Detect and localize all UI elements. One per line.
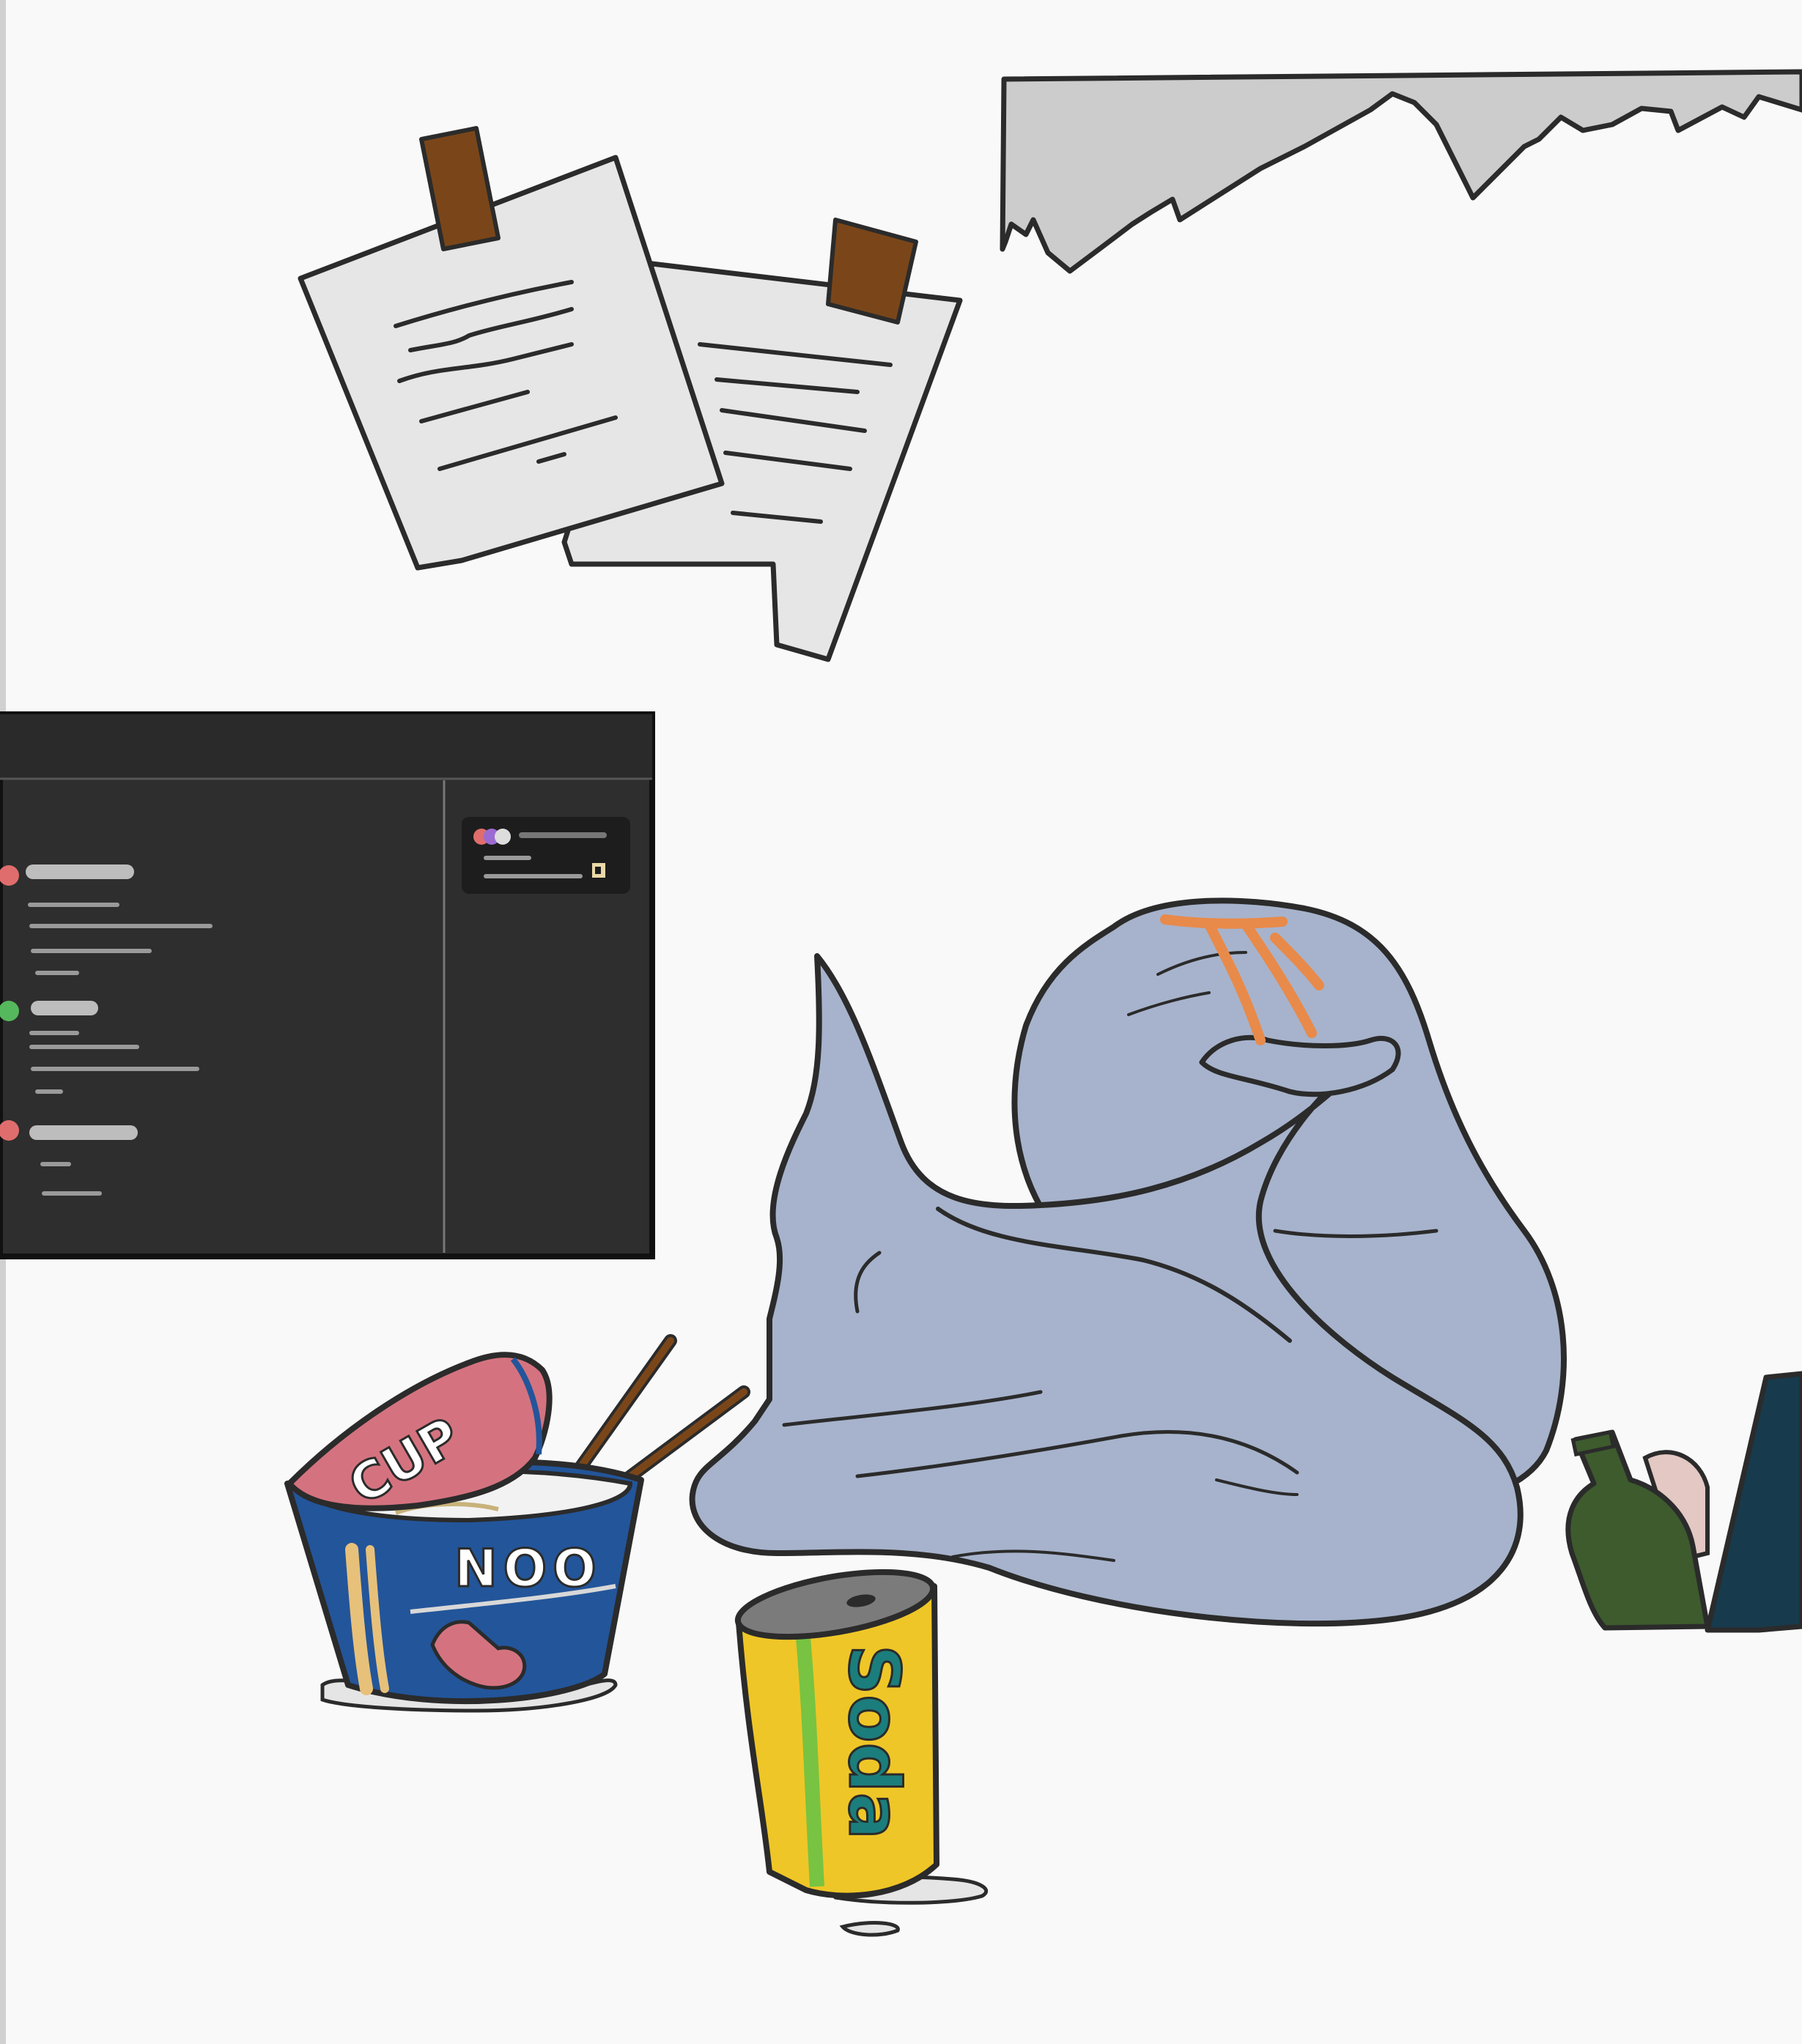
- soda-can-text: Soda: [833, 1645, 914, 1840]
- monitor-screen: [0, 711, 655, 1259]
- screen-title-bar: [0, 714, 652, 779]
- trash-scene-illustration: CUP NOO Soda: [0, 0, 1802, 2044]
- notification-card: [462, 817, 630, 894]
- noodle-cup-text: NOO: [454, 1538, 602, 1599]
